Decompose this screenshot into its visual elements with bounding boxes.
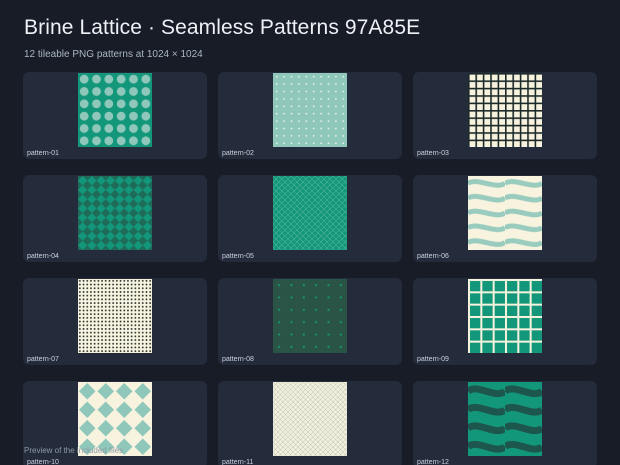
pattern-label: pattern-05 — [222, 253, 254, 260]
pattern-11-preview — [273, 382, 347, 456]
pattern-thumbnail[interactable] — [78, 176, 152, 250]
pattern-card[interactable]: pattern-09 — [413, 278, 597, 365]
pattern-card[interactable]: pattern-01 — [23, 72, 207, 159]
pattern-05-preview — [273, 176, 347, 250]
pattern-card[interactable]: pattern-04 — [23, 175, 207, 262]
pattern-label: pattern-04 — [27, 253, 59, 260]
pattern-09-preview — [468, 279, 542, 353]
pattern-01-preview — [78, 73, 152, 147]
pattern-label: pattern-10 — [27, 459, 59, 465]
pattern-card[interactable]: pattern-03 — [413, 72, 597, 159]
pattern-label: pattern-09 — [417, 356, 449, 363]
pattern-card[interactable]: pattern-12 — [413, 381, 597, 465]
pattern-03-preview — [468, 73, 542, 147]
pattern-thumbnail[interactable] — [273, 382, 347, 456]
pattern-thumbnail[interactable] — [468, 176, 542, 250]
pattern-thumbnail[interactable] — [468, 382, 542, 456]
page-header: Brine Lattice · Seamless Patterns 97A85E… — [24, 16, 420, 60]
pattern-08-preview — [273, 279, 347, 353]
pattern-label: pattern-03 — [417, 150, 449, 157]
pattern-thumbnail[interactable] — [78, 382, 152, 456]
pattern-thumbnail[interactable] — [468, 279, 542, 353]
pattern-06-preview — [468, 176, 542, 250]
pattern-12-preview — [468, 382, 542, 456]
pattern-label: pattern-12 — [417, 459, 449, 465]
pattern-04-preview — [78, 176, 152, 250]
pattern-grid: pattern-01 pattern-02 pattern-03 pattern… — [23, 72, 597, 465]
pattern-card[interactable]: pattern-05 — [218, 175, 402, 262]
pattern-thumbnail[interactable] — [273, 73, 347, 147]
pattern-card[interactable]: pattern-06 — [413, 175, 597, 262]
pattern-label: pattern-02 — [222, 150, 254, 157]
pattern-thumbnail[interactable] — [78, 73, 152, 147]
footer-note: Preview of the included files — [24, 446, 124, 455]
pattern-10-preview — [78, 382, 152, 456]
pattern-07-preview — [78, 279, 152, 353]
page-subtitle: 12 tileable PNG patterns at 1024 × 1024 — [24, 49, 203, 60]
pattern-02-preview — [273, 73, 347, 147]
pattern-thumbnail[interactable] — [273, 176, 347, 250]
pattern-thumbnail[interactable] — [273, 279, 347, 353]
pattern-thumbnail[interactable] — [468, 73, 542, 147]
page-title: Brine Lattice · Seamless Patterns 97A85E — [24, 16, 421, 39]
pattern-thumbnail[interactable] — [78, 279, 152, 353]
pattern-label: pattern-01 — [27, 150, 59, 157]
pattern-card[interactable]: pattern-02 — [218, 72, 402, 159]
pattern-card[interactable]: pattern-11 — [218, 381, 402, 465]
pattern-label: pattern-06 — [417, 253, 449, 260]
pattern-label: pattern-11 — [222, 459, 254, 465]
pattern-label: pattern-08 — [222, 356, 254, 363]
pattern-card[interactable]: pattern-08 — [218, 278, 402, 365]
pattern-card[interactable]: pattern-07 — [23, 278, 207, 365]
pattern-label: pattern-07 — [27, 356, 59, 363]
